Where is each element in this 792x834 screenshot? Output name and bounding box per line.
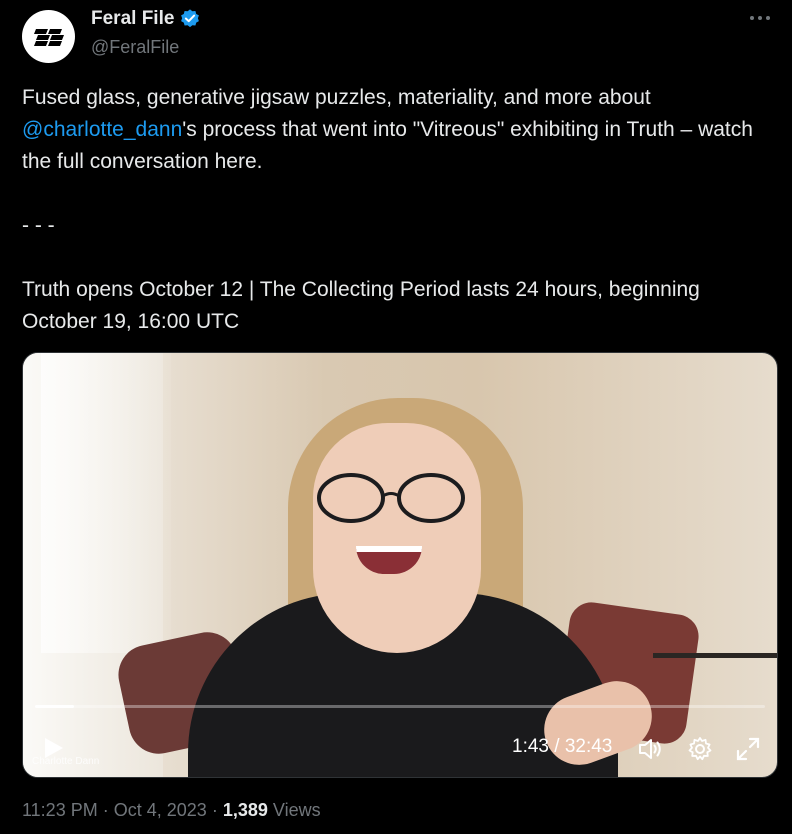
video-watermark: Charlotte Dann xyxy=(32,756,100,767)
more-horizontal-icon xyxy=(750,16,770,20)
video-progress-bar[interactable] xyxy=(35,705,765,708)
mention-link[interactable]: @charlotte_dann xyxy=(22,118,182,141)
feral-file-logo-icon xyxy=(33,28,64,46)
verified-badge-icon[interactable] xyxy=(179,8,201,30)
announcement-text: Truth opens October 12 | The Collecting … xyxy=(22,278,700,333)
video-frame-face xyxy=(313,423,481,653)
separator: - - - xyxy=(22,214,55,237)
views-label: Views xyxy=(272,800,321,820)
tweet-time[interactable]: 11:23 PM xyxy=(22,800,98,820)
meta-separator: · xyxy=(102,800,109,820)
author-name-row: Feral File xyxy=(91,8,201,30)
tweet-date[interactable]: Oct 4, 2023 xyxy=(114,800,207,820)
fullscreen-icon[interactable] xyxy=(735,736,761,762)
tweet-text-intro: Fused glass, generative jigsaw puzzles, … xyxy=(22,86,651,109)
meta-separator: · xyxy=(211,800,218,820)
video-player[interactable]: Charlotte Dann 1:43 / 32:43 xyxy=(22,352,778,778)
author-display-name[interactable]: Feral File xyxy=(91,8,174,30)
avatar[interactable] xyxy=(22,10,75,63)
tweet-meta: 11:23 PM · Oct 4, 2023 · 1,389 Views xyxy=(22,800,321,821)
video-frame-curtain xyxy=(41,353,171,653)
author-handle[interactable]: @FeralFile xyxy=(91,37,179,58)
video-time: 1:43 / 32:43 xyxy=(512,736,613,757)
views-count: 1,389 xyxy=(222,800,268,820)
video-frame-glasses xyxy=(317,473,465,523)
gear-icon[interactable] xyxy=(687,736,713,762)
video-progress-fill xyxy=(35,705,74,708)
volume-icon[interactable] xyxy=(637,736,663,762)
more-options-button[interactable] xyxy=(748,8,772,34)
tweet-text: Fused glass, generative jigsaw puzzles, … xyxy=(22,82,777,338)
